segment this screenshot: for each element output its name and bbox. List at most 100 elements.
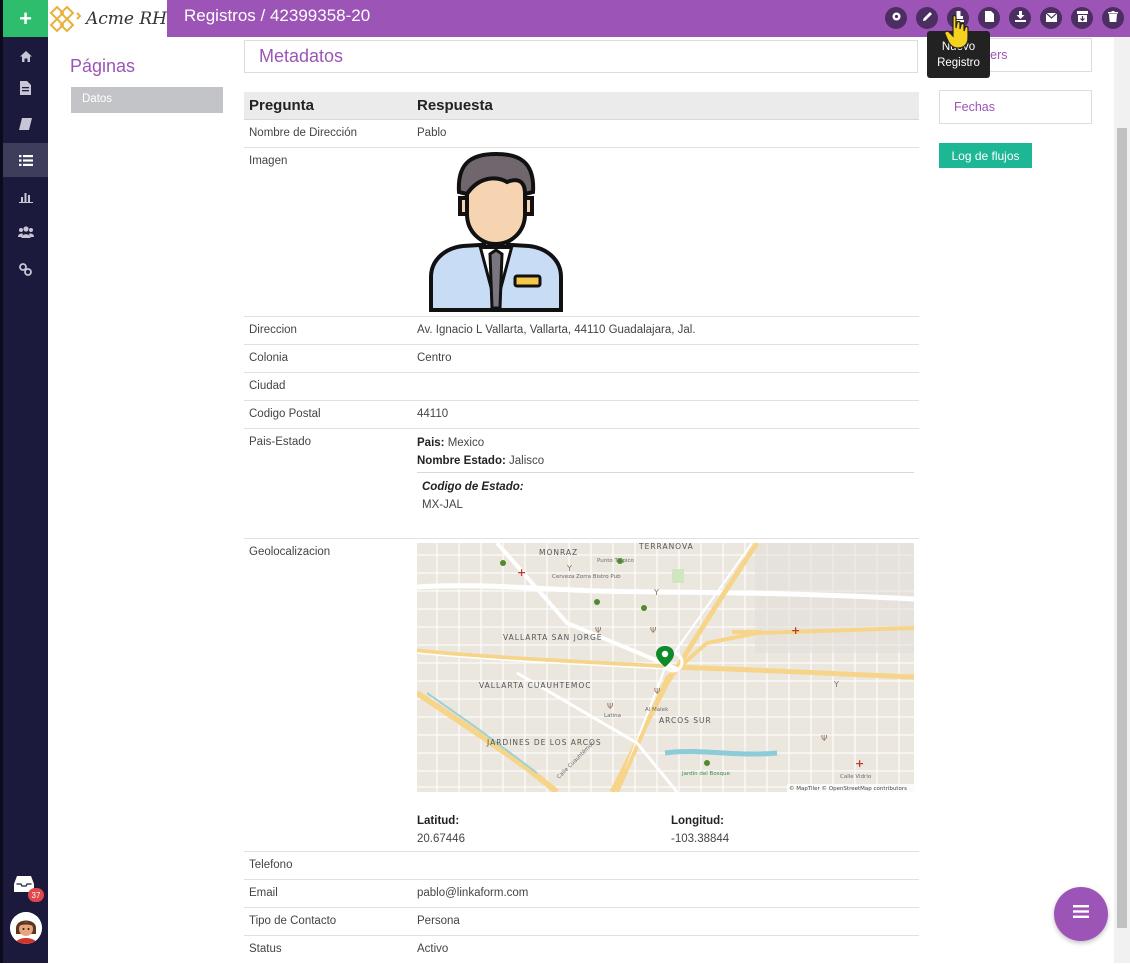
latitude-value: 20.67446 [417,833,465,845]
map-label: JARDINES DE LOS ARCOS [486,738,602,747]
left-rail: + 37 [0,0,48,963]
answer-value [413,373,919,400]
table-row: Direccion Av. Ignacio L Vallarta, Vallar… [244,317,919,345]
dates-box[interactable]: Fechas [939,90,1092,124]
pencil-icon [922,9,933,27]
svg-text:Y: Y [833,680,839,689]
download-button[interactable] [1009,7,1031,29]
svg-text:Ψ: Ψ [650,626,656,635]
map-label: ARCOS SUR [659,716,712,725]
page-title: Registros / 42399358-20 [184,6,371,25]
svg-text:+: + [517,566,526,579]
question-label: Geolocalizacion [249,546,331,558]
home-icon[interactable] [3,39,48,73]
pais-value: Mexico [447,437,485,449]
question-label: Nombre de Dirección [249,127,358,139]
answer-value: 44110 [417,408,449,420]
email-button[interactable] [1040,7,1062,29]
table-row: Codigo Postal 44110 [244,401,919,429]
map-place: Punto Trópico [597,557,635,564]
question-label: Imagen [249,155,288,167]
envelope-icon [1045,9,1057,27]
hand-cursor-icon [944,14,970,55]
answer-value: Activo [417,943,449,955]
table-row: Nombre de Dirección Pablo [244,120,919,148]
file-icon[interactable] [3,71,48,105]
answer-value: Av. Ignacio L Vallarta, Vallarta, 44110 … [417,324,696,336]
table-row: Colonia Centro [244,345,919,373]
bar-chart-icon[interactable] [3,180,48,214]
question-label: Tipo de Contacto [249,915,337,927]
map-place: Calle Vidrio [840,774,872,780]
map-label: MONRAZ [539,548,578,557]
log-flujos-button[interactable]: Log de flujos [939,143,1032,168]
add-button[interactable]: + [3,0,48,37]
menu-fab-button[interactable] [1054,887,1108,941]
codigo-estado-label: Codigo de Estado: [422,481,524,493]
column-header-question: Pregunta [249,97,315,114]
table-row: Geolocalizacion MONRAZ TERRANOVA VALLART… [244,539,919,852]
latitude-label: Latitud: [417,815,460,827]
table-header: Pregunta Respuesta [244,92,919,120]
answer-value: Persona [417,915,460,927]
svg-text:Y: Y [653,588,659,597]
question-label: Colonia [249,352,288,364]
table-row: Telefono [244,852,919,880]
svg-text:Ψ: Ψ [821,734,827,743]
map-label: TERRANOVA [638,543,694,551]
dates-label: Fechas [954,100,995,114]
map-place: Jardín del Bosque [681,770,731,777]
table-row: Imagen [244,148,919,317]
logo[interactable]: Acme RH [48,0,167,37]
answer-value: Centro [417,352,452,364]
answer-value [413,852,919,879]
geolocation-map[interactable]: MONRAZ TERRANOVA VALLARTA SAN JORGE VALL… [417,543,914,792]
answer-value: Pablo [417,127,447,139]
table-row: Status Activo [244,936,919,964]
map-place: Cerveza Zorra Bistro Pub [552,574,621,580]
delete-button[interactable] [1102,7,1124,29]
scrollbar-thumb[interactable] [1117,128,1127,928]
map-label: VALLARTA CUAUHTEMOC [479,681,592,690]
hamburger-icon [1073,905,1089,923]
map-place: Al Malek [645,707,669,713]
users-icon[interactable] [3,215,48,249]
answer-value: pablo@linkaform.com [417,887,529,899]
book-icon[interactable] [3,107,48,141]
question-label: Telefono [249,859,293,871]
edit-button[interactable] [916,7,938,29]
tooltip-line-2: Registro [937,57,980,69]
archive-button[interactable] [1071,7,1093,29]
svg-text:Ψ: Ψ [595,626,601,635]
inbox-count-badge: 37 [28,888,44,902]
document-button[interactable] [978,7,1000,29]
svg-text:Ψ: Ψ [607,702,613,711]
estado-value: Jalisco [509,455,545,467]
table-row: Tipo de Contacto Persona [244,908,919,936]
metadata-section[interactable]: Metadatos [244,40,918,73]
list-icon[interactable] [3,143,48,177]
question-label: Pais-Estado [249,436,312,448]
question-label: Ciudad [249,380,286,392]
svg-text:+: + [791,624,800,637]
map-place: Latina [604,713,621,719]
settings-button[interactable] [885,7,907,29]
question-label: Status [249,943,282,955]
question-label: Email [249,887,278,899]
codigo-estado-value: MX-JAL [422,499,463,511]
logo-mark [49,5,82,32]
pais-label: Pais: [417,437,445,449]
longitude-value: -103.38844 [671,833,730,845]
person-avatar-image [427,151,914,317]
question-label: Direccion [249,324,297,336]
link-icon[interactable] [3,252,48,286]
logo-text: Acme RH [86,8,168,29]
archive-icon [1076,9,1088,27]
table-row: Pais-Estado Pais: Mexico Nombre Estado: … [244,429,919,539]
column-header-answer: Respuesta [417,97,493,114]
svg-text:+: + [855,757,864,770]
estado-label: Nombre Estado: [417,455,506,467]
trash-icon [1108,9,1118,27]
page-item-datos[interactable]: Datos [71,87,223,113]
avatar[interactable] [10,912,42,944]
